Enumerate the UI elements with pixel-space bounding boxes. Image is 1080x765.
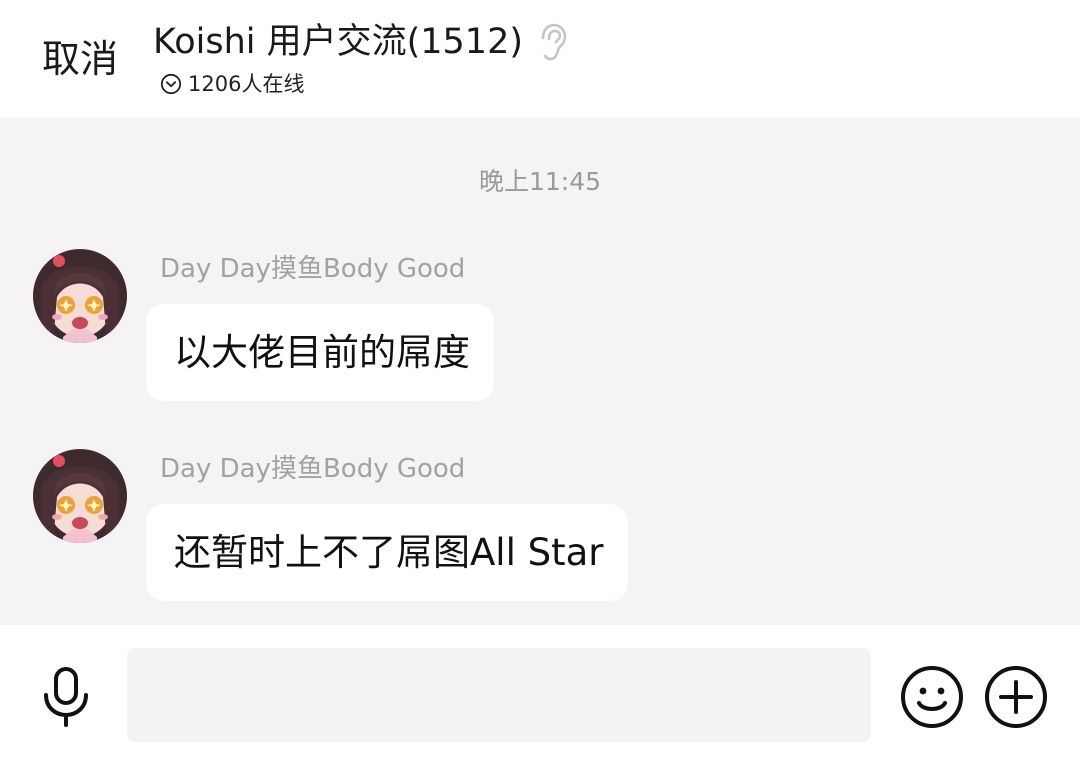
cancel-button[interactable]: 取消 — [42, 35, 118, 83]
online-count: 1206人在线 — [188, 72, 305, 96]
smiley-icon[interactable] — [900, 665, 964, 729]
ear-icon[interactable] — [537, 22, 569, 62]
message-bubble[interactable]: 还暂时上不了屌图All Star — [146, 504, 628, 601]
message-item: Day Day摸鱼Body Good 还暂时上不了屌图All Star — [0, 449, 1080, 609]
message-bubble[interactable]: 以大佬目前的屌度 — [146, 304, 494, 401]
plus-circle-icon[interactable] — [984, 665, 1048, 729]
message-item: Day Day摸鱼Body Good 以大佬目前的屌度 — [0, 249, 1080, 409]
title-row[interactable]: Koishi 用户交流(1512) — [153, 18, 569, 66]
chat-header: 取消 Koishi 用户交流(1512) 1206人在线 — [0, 0, 1080, 117]
avatar[interactable] — [33, 449, 127, 543]
chevron-down-circle-icon — [160, 73, 182, 95]
input-bar — [0, 625, 1080, 765]
online-status[interactable]: 1206人在线 — [160, 70, 304, 98]
message-timestamp: 晚上11:45 — [478, 167, 602, 196]
chat-area[interactable]: 晚上11:45 Day Day摸鱼Body Good 以大佬目前的屌度 Day … — [0, 117, 1080, 625]
avatar[interactable] — [33, 249, 127, 343]
microphone-icon[interactable] — [38, 665, 94, 729]
sender-name[interactable]: Day Day摸鱼Body Good — [160, 451, 465, 487]
group-title: Koishi 用户交流(1512) — [153, 22, 523, 62]
sender-name[interactable]: Day Day摸鱼Body Good — [160, 251, 465, 287]
message-input[interactable] — [127, 648, 871, 742]
